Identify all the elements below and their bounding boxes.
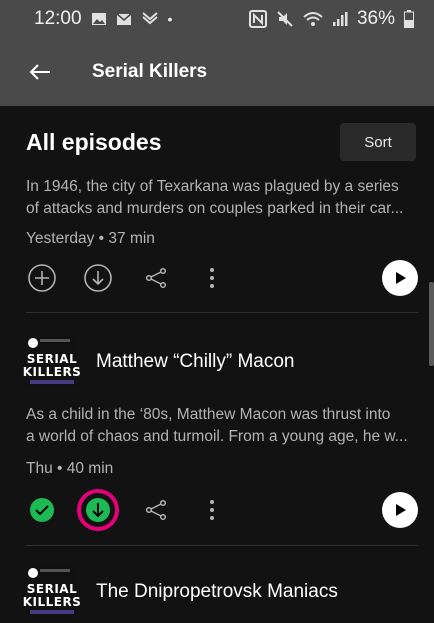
share-button[interactable] — [140, 490, 172, 530]
divider — [26, 312, 418, 313]
status-bar: 12:00 • 36% — [0, 0, 434, 38]
gallery-notification-icon — [91, 13, 106, 25]
episode-description-line: of attacks and murders on couples parked… — [26, 200, 404, 217]
mute-icon — [277, 11, 293, 27]
battery-percent: 36% — [356, 8, 395, 29]
section-header: All episodes Sort — [26, 120, 416, 164]
add-button[interactable] — [26, 258, 58, 298]
battery-icon — [404, 10, 414, 28]
download-icon — [84, 264, 112, 292]
download-icon — [77, 489, 119, 531]
play-button[interactable] — [382, 260, 418, 296]
episode-thumbnail: SERIAL KILLERS — [23, 566, 81, 618]
thumbnail-caption-bar — [40, 339, 70, 342]
more-options-button[interactable] — [196, 258, 228, 298]
episode-meta: Yesterday • 37 min — [26, 230, 155, 247]
thumbnail-underline — [30, 610, 74, 614]
thumbnail-logo-line: KILLERS — [22, 595, 82, 609]
thumbnail-logo-line: KILLERS — [22, 365, 82, 379]
episode-description[interactable]: In 1946, the city of Texarkana was plagu… — [26, 176, 418, 220]
nav-notification-icon — [141, 12, 158, 25]
spotify-badge-icon — [28, 338, 38, 348]
episode-description-line: In 1946, the city of Texarkana was plagu… — [26, 178, 399, 195]
share-icon — [145, 267, 167, 289]
wifi-icon — [303, 12, 323, 26]
divider — [26, 545, 418, 546]
play-icon — [396, 504, 406, 516]
downloaded-button[interactable] — [76, 489, 120, 531]
episode-header[interactable]: SERIAL KILLERS The Dnipropetrovsk Maniac… — [23, 566, 418, 618]
signal-icon — [332, 12, 348, 26]
status-time: 12:00 — [34, 8, 82, 29]
sort-button[interactable]: Sort — [340, 123, 416, 161]
episode-description-line: As a child in the ‘80s, Matthew Macon wa… — [26, 406, 391, 423]
play-icon — [396, 272, 406, 284]
episode-title: The Dnipropetrovsk Maniacs — [96, 581, 338, 602]
app-bar: Serial Killers — [0, 38, 434, 106]
more-options-button[interactable] — [196, 490, 228, 530]
add-icon — [28, 264, 56, 292]
episode-header[interactable]: SERIAL KILLERS Matthew “Chilly” Macon — [23, 336, 418, 388]
back-arrow-icon[interactable] — [26, 58, 54, 86]
episode-description-line: a world of chaos and turmoil. From a you… — [26, 428, 408, 445]
spotify-badge-icon — [28, 568, 38, 578]
dot-notification-icon: • — [167, 11, 173, 27]
section-title: All episodes — [26, 128, 162, 155]
saved-button[interactable] — [26, 490, 58, 530]
page-title: Serial Killers — [92, 61, 208, 82]
episode-meta: Thu • 40 min — [26, 460, 114, 477]
downloaded-check-icon — [30, 498, 54, 522]
more-icon — [210, 500, 214, 520]
more-icon — [210, 268, 214, 288]
episode-description[interactable]: As a child in the ‘80s, Matthew Macon wa… — [26, 404, 418, 448]
share-button[interactable] — [140, 258, 172, 298]
episode-actions — [26, 489, 418, 531]
mail-notification-icon — [116, 12, 132, 25]
download-button[interactable] — [82, 258, 114, 298]
thumbnail-underline — [30, 380, 74, 384]
episode-thumbnail: SERIAL KILLERS — [23, 336, 81, 388]
episode-actions — [26, 258, 418, 298]
play-button[interactable] — [382, 492, 418, 528]
scrollbar[interactable] — [429, 282, 434, 366]
nfc-icon — [248, 10, 267, 28]
episode-title: Matthew “Chilly” Macon — [96, 351, 295, 372]
thumbnail-caption-bar — [40, 569, 70, 572]
share-icon — [145, 499, 167, 521]
